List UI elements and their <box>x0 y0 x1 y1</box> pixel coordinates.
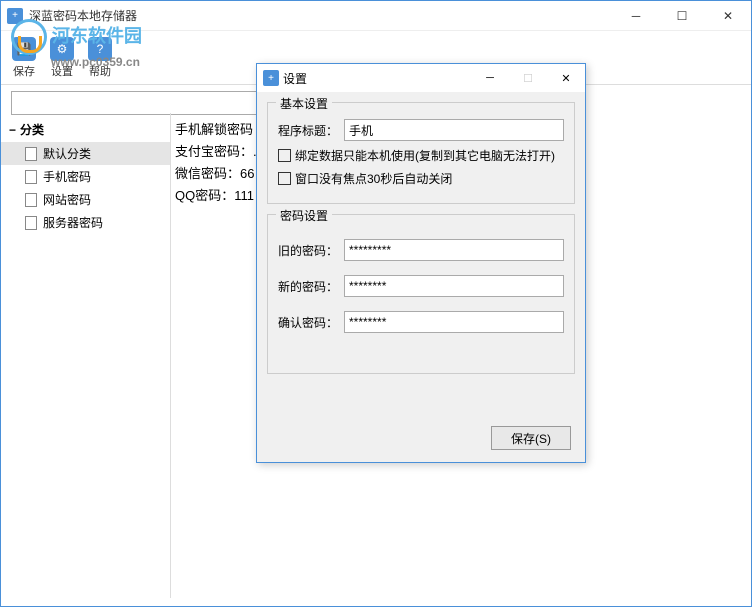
title-label: 程序标题： <box>278 122 338 139</box>
save-button[interactable]: 💾 保存 <box>5 35 43 80</box>
new-password-input[interactable] <box>344 275 564 297</box>
window-controls: ─ ☐ ✕ <box>613 1 751 31</box>
confirm-password-input[interactable] <box>344 311 564 333</box>
dialog-save-button[interactable]: 保存(S) <box>491 426 571 450</box>
old-password-label: 旧的密码： <box>278 242 338 259</box>
window-title: 深蓝密码本地存储器 <box>29 7 137 24</box>
password-settings-group: 密码设置 旧的密码： 新的密码： 确认密码： <box>267 214 575 374</box>
settings-button[interactable]: ⚙ 设置 <box>43 35 81 80</box>
help-button[interactable]: ? 帮助 <box>81 35 119 80</box>
help-icon: ? <box>88 37 112 61</box>
tree-header[interactable]: − 分类 <box>1 117 170 142</box>
autoclose-row[interactable]: 窗口没有焦点30秒后自动关闭 <box>278 170 564 187</box>
old-password-input[interactable] <box>344 239 564 261</box>
basic-settings-group: 基本设置 程序标题： 绑定数据只能本机使用(复制到其它电脑无法打开) 窗口没有焦… <box>267 102 575 204</box>
dialog-title: 设置 <box>283 70 307 87</box>
dialog-window-controls: ─ ☐ ✕ <box>471 64 585 92</box>
settings-icon: ⚙ <box>50 37 74 61</box>
app-icon: + <box>7 8 23 24</box>
main-titlebar: + 深蓝密码本地存储器 ─ ☐ ✕ <box>1 1 751 31</box>
bind-local-row[interactable]: 绑定数据只能本机使用(复制到其它电脑无法打开) <box>278 147 564 164</box>
maximize-button[interactable]: ☐ <box>659 1 705 31</box>
confirm-password-row: 确认密码： <box>278 311 564 333</box>
dialog-maximize-button[interactable]: ☐ <box>509 64 547 92</box>
sidebar: − 分类 默认分类 手机密码 网站密码 服务器密码 <box>1 113 171 598</box>
checkbox-icon <box>278 172 291 185</box>
close-button[interactable]: ✕ <box>705 1 751 31</box>
document-icon <box>25 170 39 184</box>
minimize-button[interactable]: ─ <box>613 1 659 31</box>
document-icon <box>25 193 39 207</box>
confirm-password-label: 确认密码： <box>278 314 338 331</box>
sidebar-item-website[interactable]: 网站密码 <box>1 188 170 211</box>
new-password-row: 新的密码： <box>278 275 564 297</box>
dialog-titlebar: + 设置 ─ ☐ ✕ <box>257 64 585 92</box>
sidebar-item-phone[interactable]: 手机密码 <box>1 165 170 188</box>
dialog-close-button[interactable]: ✕ <box>547 64 585 92</box>
program-title-input[interactable] <box>344 119 564 141</box>
old-password-row: 旧的密码： <box>278 239 564 261</box>
dialog-minimize-button[interactable]: ─ <box>471 64 509 92</box>
settings-dialog: + 设置 ─ ☐ ✕ 基本设置 程序标题： 绑定数据只能本机使用(复制到其它电脑… <box>256 63 586 463</box>
save-icon: 💾 <box>12 37 36 61</box>
sidebar-item-default[interactable]: 默认分类 <box>1 142 170 165</box>
title-row: 程序标题： <box>278 119 564 141</box>
new-password-label: 新的密码： <box>278 278 338 295</box>
document-icon <box>25 216 39 230</box>
collapse-icon: − <box>9 123 16 137</box>
dialog-icon: + <box>263 70 279 86</box>
password-legend: 密码设置 <box>276 207 332 224</box>
checkbox-icon <box>278 149 291 162</box>
document-icon <box>25 147 39 161</box>
basic-legend: 基本设置 <box>276 95 332 112</box>
sidebar-item-server[interactable]: 服务器密码 <box>1 211 170 234</box>
